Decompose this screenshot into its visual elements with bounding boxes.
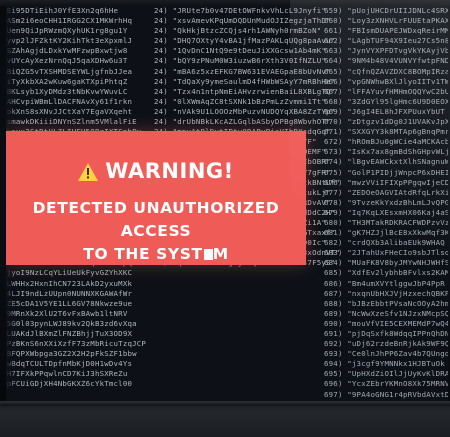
code-line: 691) "pjDqSxfk8WdqqIPPnQhDNX — [324, 329, 448, 338]
code-line: 694) "j3cgf9YMNNkx1HJBTuOk — [324, 359, 445, 369]
laptop-keyboard-deck — [0, 401, 450, 437]
code-line: ZiLs9MRnXk2XlU2T6vFxBAwb1ltNRV — [6, 308, 128, 318]
code-line: 678) "9TvzeKkYxdzBhLmLJvQPG — [324, 197, 448, 207]
code-line: 24) "0lXWmAqZC8tSXNk1bBzPmLzZvmmi1Tt" — [154, 96, 327, 106]
code-line: 666) "vpGNWhwBXlJlyoIITv1TWR — [324, 76, 448, 86]
code-line: 661) "FBIsmDUAPEJWDxqReirMM — [324, 26, 448, 36]
code-line: 663) "JynVYXPFDTvgVkYKAyjVbK — [324, 46, 448, 56]
code-line: 665) "cQfnQZAVZDXC8BOMpIRza — [324, 66, 448, 76]
laptop-screen: pNXtEi95DTiEihJ0YfE3Xn2q6hHeulbsASm2i6eo… — [6, 6, 448, 401]
code-line: pNXtEi95DTiEihJ0YfE3Xn2q6hHe — [6, 6, 119, 15]
code-line: 24) "1QvDnC1NtQ9e9tDeuJiXXGcsw1Ab4mK" — [154, 46, 327, 56]
code-line: 674) "lBgvEAWCkxtXlhSNagnuW — [324, 157, 448, 167]
warning-line-1: DETECTED UNAUTHORIZED — [32, 199, 280, 217]
warning-heading: WARNING! — [6, 159, 306, 186]
code-line: 686) "Bm4umXVYtlggwJbP4PpR — [324, 278, 445, 288]
code-line: mmVzH7IFXkPPqwlnCD7KiJ3hSXReZu — [6, 369, 128, 379]
code-line: 24) "xsvAmevKPqUmDQDUnMudOJIZegzjaThD" — [154, 16, 331, 26]
code-line: QGJZ5G0l03pynLWJ89kv2QkB3zd6vXqa — [6, 318, 137, 328]
code-line: 688) "bJBzEbbtPVsaNcOOyA2hm — [324, 298, 448, 308]
code-line: 690) "mouVfVIE5CEXMEMdP7wQ4 — [324, 318, 448, 328]
code-line: bMnkZE5cDA1V5YE1LL6GV78Nkwze9ue — [6, 298, 133, 308]
code-line: 24) "JRUte7b0v47DEtOWFnkvVhLcL9Jnyfi" — [154, 6, 327, 15]
code-line: 670) "zDtgzv1dDg0J1UVAKvJpX — [324, 117, 448, 127]
warning-triangle-icon — [78, 162, 99, 186]
code-line: 667) "lFFAYuvfHMHmOQQYwC2bUb — [324, 86, 448, 96]
code-line: uAz2jyoI9NzLCqYLiUeUkFyvGZYhXKC — [6, 268, 133, 278]
code-line: 671) "SXXGYY3k8MTAp6gBnqPmr — [324, 127, 448, 137]
code-line: 24) "mBA6z5xzEFKG7BW631EVAEGpaE8bUvNv" — [154, 66, 331, 76]
code-line: Ce1ABiQZG5vTXSHMDSEYWLjgfnbJJea — [6, 66, 133, 76]
code-line: n0Z0LWHHx2HxnIhCN723LAkD2yxuMXk — [6, 278, 133, 288]
laptop-hinge — [0, 401, 450, 406]
code-line: 683) "2JTahUxFHeCIo9sbJTlsd — [324, 248, 448, 258]
code-line: pT1TokXnS8sXNvJJCtXaY7EgaVXqeht — [6, 106, 133, 116]
code-line: 24) "TdQaXy9ymeSaulmD4fHWbWSAyY7mRBhHe" — [154, 76, 336, 86]
code-line: 697) "9PA4oGNG1r4pRVbdAVxtDE — [324, 389, 448, 399]
code-line: 673) "IsKx7ax8gmBdShGHpvWLj — [324, 147, 448, 157]
code-line: 682) "crdQXb3AlibaEUk9WHAQ — [324, 238, 445, 248]
code-line: 696) "YcxZEbrYKMnO8Xk75MRNVE — [324, 379, 448, 389]
code-line: 24) "drUbNBkLKcAZLGqlbASbyDPBg8WbvhOT" — [154, 117, 331, 127]
code-line: 668) "3ZdGYl95lgHmc6U9D0EOXT — [324, 96, 448, 106]
code-line: YYm1wBdqTCULTDpfnMbKjD0H1wDv4Ys — [6, 359, 133, 369]
code-line: mMnvyvp2lJFZktKY2KihTkt3eXpxmlJ — [6, 36, 133, 46]
code-line: 684) "MUaFK8V8byJMYwNHJWHfSa — [324, 258, 448, 268]
warning-heading-text: WARNING! — [105, 159, 234, 183]
code-line: 693) "Ce0lnJhPP6Zav4b7QUngd — [324, 349, 448, 359]
warning-line-3-text: TO THE SYST — [83, 245, 203, 263]
code-line: 24) "bQY9zPNuM0W3iuzwB6rXth3V0IfNZLU" — [154, 56, 327, 66]
code-line: DopsiTyXkbXA2wKuw6gaKTXpiPhtqZ — [6, 76, 128, 86]
code-line: 662) "LAgbTUF94X9Ieu27Cs5n8 — [324, 36, 448, 46]
warning-popup: WARNING! DETECTED UNAUTHORIZED ACCESS TO… — [6, 131, 306, 265]
code-line: 8A3zAHCvpiWBmLlDACFNAvXy61f1rkn — [6, 96, 133, 106]
code-line: 695) "UpHXdZiOIlJjUyKvKlDRAA — [324, 369, 448, 379]
code-line: ulbsASm2i6eoCHH1IRGG2CX1MKWrhHq — [6, 16, 133, 26]
code-line: vHmbBFQPXWbpga3GZ2X2H2pFkSZF1bbw — [6, 349, 137, 359]
code-line: 692) "uDj62rzdeBnRjkAk9WF9QB — [324, 339, 448, 349]
code-line: 24) "Tzx4n1ntpNmEiAHvzrwienBaiL8XBLgTQ" — [154, 86, 336, 96]
code-line: XlZ4vUYcAyXezNrnQqJ5qaXDHw6u3T — [6, 56, 128, 66]
code-line: 681) "gK7HZJjlBcE8xXkwMqf3K3 — [324, 228, 448, 238]
glitch-block — [203, 249, 213, 260]
code-line: kpXBsmawkDKiiiDNYnSZlnm5VMlalFiE — [6, 117, 137, 127]
code-line: 660) "Loy3zXNHVLrFUUEtaPKAXV — [324, 16, 448, 26]
code-column-right: 659) "pUojUHCDrUIIJDNLc4SRX 660) "Loy3zXN… — [324, 6, 448, 401]
code-line: ibn9pFCUiGDjXH4NbGKXZ6cYkTmcl00 — [6, 379, 133, 389]
code-line: 6Bd2BKLsyb1XyDMdz3tNbKvwYWuvLC — [6, 86, 128, 96]
code-line: 659) "pUojUHCDrUIIJDNLc4SRX — [324, 6, 448, 15]
code-line: 672) "hROmBJu0gWCie4aMCKAcb — [324, 137, 448, 147]
code-line: mnBoUen9QiJpRWzmQXyhUK1rg8gu1Y — [6, 26, 128, 36]
code-line: 675) "GolP1PIDjjWnpcP6xDHEIN — [324, 167, 448, 177]
code-line: 676) "mwzVViIFIXpPPgqwIjeCD — [324, 177, 448, 187]
code-line: 669) "J6gI4EL8hJFXPUuxYbUT — [324, 106, 445, 116]
warning-line-2: ACCESS — [120, 222, 192, 240]
code-line: ZS9J4LJI9ndLzUUpn0NUNNXKGAWAfWr — [6, 288, 133, 298]
code-line: 5BieLUAKdJlBXmZlFNZBhjjTuX3OD9X — [6, 329, 133, 338]
code-line: n9PISZAhAgjdLDxkYwMFzwpBxwtjw8 — [6, 46, 128, 56]
code-line: 24) "QkHkjBtzcZCQjs4rh1AWNyh0rmBZoN" — [154, 26, 322, 36]
code-line: HhN9PzBKnS6nXXiXzfF73zMbRicuTzqJCP — [6, 339, 147, 349]
code-line: 680) "TH3MTakRDKRACFWDPzvVzQ — [324, 217, 448, 227]
code-line: 24) "nVAk9U1LOOOzMbPuzvNUDQYqXBA8ZzTYp" — [154, 106, 336, 116]
laptop-photo: pNXtEi95DTiEihJ0YfE3Xn2q6hHeulbsASm2i6eo… — [0, 0, 450, 437]
code-line: 24) "DHQ7OXtyY4vBA1jfMazPAKLqUQg8paAvu" — [154, 36, 336, 46]
code-line: 687) "nxqnUbHXJVjHzxechQBKPR — [324, 288, 448, 298]
warning-line-3-tail: M — [212, 245, 229, 263]
code-line: 679) "Iq7KqLXEsxmHX06Kaj4aSS — [324, 207, 448, 217]
code-line: 685) "XdfEv2lybhbBFvlxs2KAM — [324, 268, 448, 278]
warning-line-3: TO THE SYST M — [6, 245, 306, 263]
code-line: 677) "ZEDOeOAGVIAtdRfqLrkXi7 — [324, 187, 448, 197]
code-line: 689) "NcWwXzeSfv1NJzxNMcpSQ — [324, 308, 448, 318]
code-line: 664) "9NM4b48V4VUNVYfwtpFNDK — [324, 56, 448, 66]
